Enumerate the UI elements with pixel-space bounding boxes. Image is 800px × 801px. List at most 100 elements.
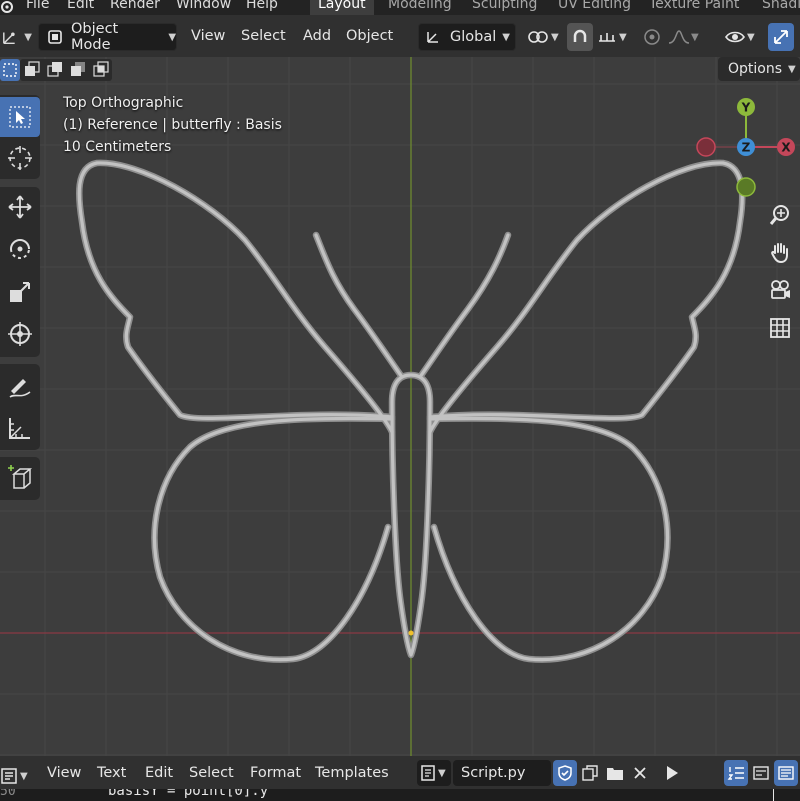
fake-user-toggle[interactable]	[553, 760, 577, 786]
chevron-down-icon: ▼	[502, 31, 510, 43]
viewport-menu-view[interactable]: View	[191, 28, 225, 44]
zoom-magnifier-icon	[769, 205, 789, 225]
open-text-button[interactable]	[603, 760, 627, 786]
falloff-curve-icon	[668, 30, 690, 44]
hand-icon	[771, 243, 788, 263]
editor-menu-edit[interactable]: Edit	[145, 765, 173, 781]
blender-logo-icon[interactable]	[1, 0, 13, 13]
select-new-button[interactable]	[0, 59, 20, 81]
tab-texture-paint[interactable]: Texture Paint	[641, 0, 747, 15]
line-numbers-toggle[interactable]	[724, 760, 748, 786]
proportional-edit-toggle[interactable]	[640, 23, 664, 51]
options-dropdown[interactable]: Options ▼	[718, 57, 800, 81]
ruler-icon	[9, 418, 30, 439]
editor-menu-format[interactable]: Format	[250, 765, 301, 781]
select-intersect-icon[interactable]	[89, 59, 112, 81]
object-info-label: (1) Reference | butterfly : Basis	[63, 117, 282, 133]
code-line: basisY = point[0].y	[108, 789, 269, 799]
shield-check-icon	[558, 765, 572, 781]
chevron-down-icon: ▼	[619, 31, 627, 43]
editor-menu-text[interactable]: Text	[97, 765, 126, 781]
add-cube-icon	[8, 465, 33, 489]
tool-scale[interactable]	[0, 272, 40, 312]
syntax-highlight-toggle[interactable]	[774, 760, 798, 786]
3d-viewport[interactable]: Top Orthographic (1) Reference | butterf…	[0, 57, 800, 756]
menu-window[interactable]: Window	[176, 0, 231, 12]
object-visibility-dropdown[interactable]: ▼	[722, 23, 762, 51]
viewport-menu-select[interactable]: Select	[241, 28, 286, 44]
text-document-icon	[421, 765, 435, 781]
pivot-point-dropdown[interactable]: ▼	[524, 23, 562, 51]
toolbar-group-transform	[0, 187, 40, 357]
viewport-menu-add[interactable]: Add	[303, 28, 331, 44]
tool-select-box[interactable]	[0, 97, 40, 137]
move-arrows-icon	[8, 195, 32, 219]
cursor-arrow-icon	[9, 106, 31, 128]
select-extend-icon[interactable]	[20, 59, 43, 81]
orientation-label: Global	[450, 29, 497, 45]
chevron-down-icon: ▼	[20, 770, 28, 782]
3d-cursor-icon	[8, 146, 32, 170]
gizmo-neg-x	[696, 137, 716, 157]
menu-edit[interactable]: Edit	[67, 0, 94, 12]
editor-menu-view[interactable]: View	[47, 765, 81, 781]
snap-target-dropdown[interactable]: ▼	[594, 23, 632, 51]
tab-modeling[interactable]: Modeling	[380, 0, 460, 15]
tool-add-cube[interactable]	[0, 458, 40, 498]
menu-file[interactable]: File	[26, 0, 49, 12]
tab-shading[interactable]: Shadi	[754, 0, 800, 15]
script-filename: Script.py	[461, 765, 526, 781]
navigation-gizmo[interactable]: Y X Z	[692, 93, 800, 201]
text-browse-dropdown[interactable]: ▼	[417, 760, 451, 786]
tool-measure[interactable]	[0, 408, 40, 448]
tab-layout[interactable]: Layout	[310, 0, 374, 15]
tool-cursor[interactable]	[0, 138, 40, 178]
run-script-button[interactable]	[659, 760, 685, 786]
word-wrap-toggle[interactable]	[749, 760, 773, 786]
orientation-axes-icon	[427, 32, 438, 43]
snap-toggle[interactable]	[567, 23, 593, 51]
toolbar-group-annotate	[0, 364, 40, 450]
text-name-field[interactable]: Script.py	[453, 760, 551, 786]
select-invert-icon[interactable]	[66, 59, 89, 81]
viewport-grid	[0, 57, 800, 756]
viewport-menu-object[interactable]: Object	[346, 28, 393, 44]
editor-menu-templates[interactable]: Templates	[315, 765, 389, 781]
gizmo-toggle[interactable]	[768, 23, 794, 51]
view-name-label: Top Orthographic	[63, 95, 184, 111]
toggle-ortho-button[interactable]	[763, 311, 797, 345]
falloff-dropdown[interactable]: ▼	[666, 23, 704, 51]
menu-render[interactable]: Render	[110, 0, 160, 12]
line-number: 50	[0, 789, 16, 799]
unlink-text-button[interactable]	[628, 760, 652, 786]
grid-icon	[770, 318, 790, 338]
tool-annotate[interactable]	[0, 366, 40, 406]
duplicate-icon	[582, 765, 598, 781]
mode-dropdown[interactable]: Object Mode ▼	[38, 21, 177, 53]
text-cursor	[773, 789, 774, 801]
camera-view-button[interactable]	[763, 273, 797, 307]
tab-uv-editing[interactable]: UV Editing	[550, 0, 639, 15]
toolbar-group-add	[0, 457, 40, 500]
text-editor-type-button[interactable]: ▼	[1, 762, 31, 790]
play-icon	[667, 766, 678, 780]
editor-menu-select[interactable]: Select	[189, 765, 234, 781]
mode-label: Object Mode	[71, 21, 119, 53]
transform-orientation-dropdown[interactable]: Global ▼	[418, 23, 516, 51]
chevron-down-icon: ▼	[788, 63, 796, 75]
pencil-icon	[9, 379, 31, 398]
menu-help[interactable]: Help	[246, 0, 278, 12]
select-subtract-icon[interactable]	[43, 59, 66, 81]
pan-button[interactable]	[763, 235, 797, 269]
text-editor-body[interactable]: 50 basisY = point[0].y	[0, 789, 800, 801]
tab-sculpting[interactable]: Sculpting	[464, 0, 545, 15]
new-text-button[interactable]	[578, 760, 602, 786]
selection-mode-group	[0, 57, 116, 84]
editor-type-button[interactable]: ▼	[2, 23, 32, 51]
tool-rotate[interactable]	[0, 229, 40, 269]
line-numbers-icon	[727, 767, 744, 780]
syntax-highlight-icon	[778, 766, 794, 780]
zoom-button[interactable]	[763, 198, 797, 232]
tool-move[interactable]	[0, 187, 40, 227]
tool-transform[interactable]	[0, 314, 40, 354]
